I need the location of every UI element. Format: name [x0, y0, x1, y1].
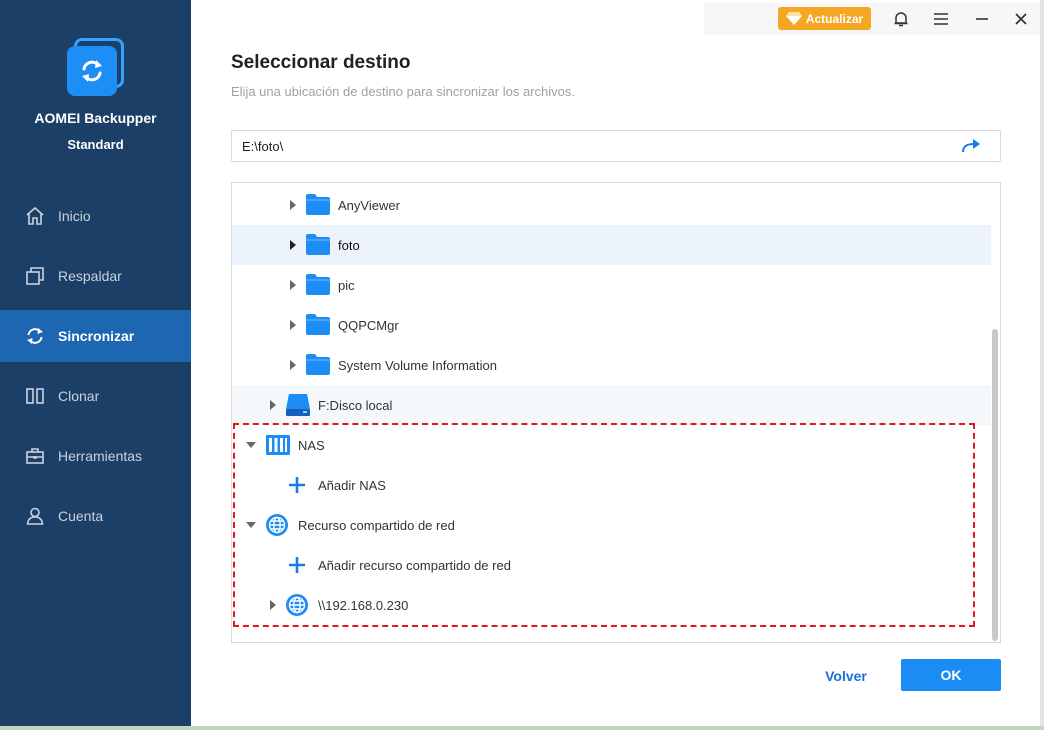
sidebar-item-label: Clonar — [58, 388, 100, 404]
tree-item-label: NAS — [298, 437, 325, 453]
sidebar-item-clonar[interactable]: Clonar — [0, 370, 191, 422]
desktop-edge — [0, 726, 1044, 730]
tree-item-label: QQPCMgr — [338, 317, 399, 333]
diamond-icon — [785, 12, 802, 25]
folder-icon — [306, 314, 330, 335]
tree-item-disk-f[interactable]: F:Disco local — [232, 385, 991, 425]
globe-icon — [286, 594, 308, 616]
sidebar-nav: Inicio Respaldar Sincronizar Clonar Herr… — [0, 190, 191, 550]
nas-icon — [266, 435, 290, 455]
tree-item-label: Recurso compartido de red — [298, 517, 455, 533]
tree-item-qqpcmgr[interactable]: QQPCMgr — [232, 305, 991, 345]
sync-logo-icon — [82, 60, 102, 82]
app-name: AOMEI Backupper — [34, 110, 157, 126]
tree-item-label: Añadir NAS — [318, 477, 386, 493]
sidebar: AOMEI Backupper Standard Inicio Respalda… — [0, 0, 191, 726]
tree-item-label: AnyViewer — [338, 197, 400, 213]
caret-right-icon[interactable] — [268, 400, 278, 410]
globe-icon — [266, 514, 288, 536]
upgrade-label: Actualizar — [805, 11, 864, 26]
sidebar-item-cuenta[interactable]: Cuenta — [0, 490, 191, 542]
sidebar-item-label: Respaldar — [58, 268, 122, 284]
home-icon — [26, 206, 44, 225]
tree-item-anyviewer[interactable]: AnyViewer — [232, 185, 991, 225]
close-icon — [1015, 13, 1027, 25]
tree-item-label: foto — [338, 237, 360, 253]
destination-path-box — [231, 130, 1001, 162]
scroll-thumb[interactable] — [992, 329, 998, 641]
plus-icon — [289, 557, 305, 573]
caret-down-icon[interactable] — [246, 520, 256, 530]
caret-right-icon[interactable] — [288, 360, 298, 370]
go-arrow-icon[interactable] — [960, 138, 982, 154]
upgrade-button[interactable]: Actualizar — [778, 7, 871, 30]
folder-icon — [306, 234, 330, 255]
app-logo — [64, 38, 126, 100]
notification-button[interactable] — [891, 9, 911, 29]
sidebar-item-herramientas[interactable]: Herramientas — [0, 430, 191, 482]
destination-tree: AnyViewer foto pic QQPCMgr System Volume… — [231, 182, 1001, 643]
caret-right-icon[interactable] — [288, 320, 298, 330]
sidebar-item-label: Inicio — [58, 208, 91, 224]
folder-icon — [306, 354, 330, 375]
app-window: AOMEI Backupper Standard Inicio Respalda… — [0, 0, 1040, 726]
tree-item-system-volume-information[interactable]: System Volume Information — [232, 345, 991, 385]
tree-item-label: F:Disco local — [318, 397, 393, 413]
tree-item-label: System Volume Information — [338, 357, 497, 373]
toolbox-icon — [26, 448, 44, 464]
page-title: Seleccionar destino — [231, 52, 411, 73]
caret-right-icon[interactable] — [288, 240, 298, 250]
disk-icon — [286, 394, 310, 416]
title-bar: Actualizar — [704, 3, 1040, 35]
destination-path-input[interactable] — [232, 131, 952, 161]
back-button[interactable]: Volver — [808, 661, 884, 691]
caret-down-icon[interactable] — [246, 440, 256, 450]
sidebar-item-label: Sincronizar — [58, 328, 135, 344]
sync-icon — [27, 328, 43, 344]
folder-icon — [306, 194, 330, 215]
sidebar-item-sincronizar[interactable]: Sincronizar — [0, 310, 191, 362]
tree-item-network-host[interactable]: \\192.168.0.230 — [232, 585, 991, 625]
caret-right-icon[interactable] — [288, 280, 298, 290]
backup-icon — [26, 267, 44, 285]
minimize-icon — [976, 18, 988, 20]
close-button[interactable] — [1011, 9, 1031, 29]
caret-right-icon[interactable] — [268, 600, 278, 610]
tree-item-foto[interactable]: foto — [232, 225, 991, 265]
hamburger-icon — [934, 13, 948, 25]
plus-icon — [289, 477, 305, 493]
menu-button[interactable] — [931, 9, 951, 29]
folder-icon — [306, 274, 330, 295]
sidebar-item-label: Cuenta — [58, 508, 104, 524]
minimize-button[interactable] — [972, 9, 992, 29]
tree-item-pic[interactable]: pic — [232, 265, 991, 305]
ok-button[interactable]: OK — [901, 659, 1001, 691]
tree-item-network-share[interactable]: Recurso compartido de red — [232, 505, 991, 545]
user-icon — [26, 507, 44, 525]
clone-icon — [26, 388, 44, 404]
tree-scrollbar[interactable] — [990, 183, 1000, 642]
app-edition: Standard — [67, 137, 124, 152]
add-network-share-button[interactable]: Añadir recurso compartido de red — [232, 545, 991, 585]
tree-item-label: \\192.168.0.230 — [318, 597, 409, 613]
tree-item-label: Añadir recurso compartido de red — [318, 557, 511, 573]
sidebar-item-respaldar[interactable]: Respaldar — [0, 250, 191, 302]
tree-item-label: pic — [338, 277, 355, 293]
bell-icon — [894, 12, 908, 27]
sidebar-item-label: Herramientas — [58, 448, 143, 464]
tree-item-nas[interactable]: NAS — [232, 425, 991, 465]
page-subtitle: Elija una ubicación de destino para sinc… — [231, 84, 575, 99]
window-edge — [1040, 0, 1044, 730]
sidebar-item-inicio[interactable]: Inicio — [0, 190, 191, 242]
caret-right-icon[interactable] — [288, 200, 298, 210]
add-nas-button[interactable]: Añadir NAS — [232, 465, 991, 505]
